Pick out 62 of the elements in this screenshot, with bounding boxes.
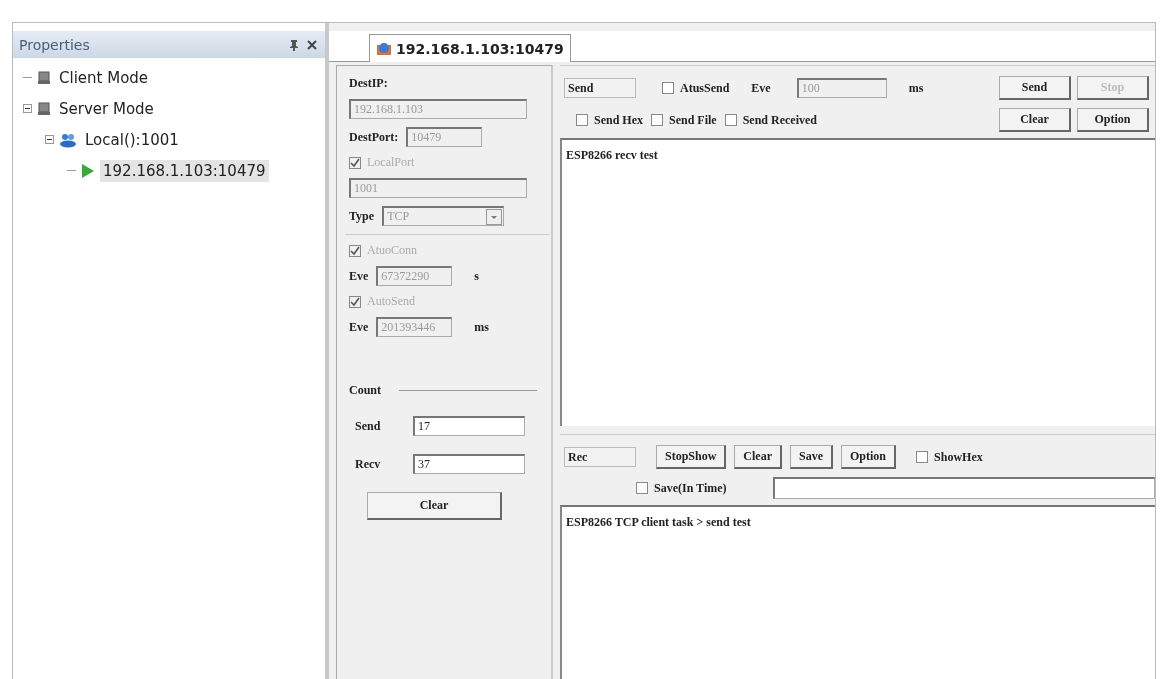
text-content: ESP8266 TCP client task > send test: [566, 515, 751, 529]
checkbox-label: LocalPort: [367, 155, 415, 170]
label: DestPort:: [349, 129, 399, 145]
users-icon: [59, 131, 77, 148]
computer-icon: [37, 101, 51, 116]
label: Eve: [349, 319, 369, 335]
text-area[interactable]: ESP8266 recv test: [560, 138, 1155, 426]
label: Recv: [355, 456, 382, 472]
checkbox-label: AutoSend: [367, 294, 415, 309]
checkbox-label: ShowHex: [934, 449, 983, 465]
dropdown-value: TCP: [387, 209, 410, 224]
collapse-icon[interactable]: [45, 135, 54, 144]
input-field[interactable]: 37: [413, 454, 525, 474]
label: Eve: [751, 80, 771, 96]
checkbox[interactable]: [636, 482, 648, 494]
play-icon: [81, 162, 95, 179]
checkbox-label: Send Received: [742, 112, 817, 128]
tab-label: 192.168.1.103:10479: [396, 40, 564, 57]
group-title: Count: [349, 383, 381, 398]
checkbox-label: Save(In Time): [654, 480, 727, 496]
checkbox[interactable]: [662, 82, 674, 94]
panel-title: Properties: [19, 36, 90, 53]
checkbox[interactable]: [651, 114, 663, 126]
button[interactable]: Clear: [734, 445, 782, 469]
unit-label: ms: [474, 319, 489, 335]
checkbox[interactable]: [576, 114, 588, 126]
tree-item[interactable]: 192.168.1.103:10479: [100, 159, 269, 182]
button[interactable]: Clear: [367, 492, 502, 520]
tree-item[interactable]: Client Mode: [56, 66, 152, 89]
button[interactable]: StopShow: [656, 445, 727, 469]
label: Send: [355, 418, 382, 434]
checkbox-label: Send Hex: [594, 112, 643, 128]
text-area[interactable]: ESP8266 TCP client task > send test: [560, 505, 1155, 679]
unit-label: s: [474, 268, 479, 284]
unit-label: ms: [908, 80, 924, 96]
mode-field[interactable]: Rec: [564, 447, 636, 467]
caret-icon: [486, 208, 503, 225]
tab[interactable]: 192.168.1.103:10479: [369, 34, 571, 62]
button[interactable]: Option: [841, 445, 897, 469]
label: Eve: [349, 268, 369, 284]
label: DestIP:: [349, 76, 389, 91]
button[interactable]: Send: [999, 76, 1071, 100]
button[interactable]: Save: [790, 445, 833, 469]
button[interactable]: Option: [1077, 108, 1149, 132]
checkbox-label: AtuoConn: [367, 243, 417, 258]
checkbox-label: Send File: [669, 112, 717, 128]
button[interactable]: Clear: [999, 108, 1071, 132]
computer-icon: [37, 70, 51, 85]
network-icon: [376, 41, 392, 56]
label: Type: [349, 208, 375, 224]
checkbox-label: AtusSend: [680, 80, 730, 96]
pin-icon: [289, 38, 299, 51]
checkbox[interactable]: [916, 451, 929, 463]
checkbox[interactable]: [724, 114, 737, 126]
close-icon: [307, 39, 317, 50]
tree-item[interactable]: Server Mode: [56, 97, 157, 120]
collapse-icon[interactable]: [23, 104, 32, 113]
mode-field[interactable]: Send: [564, 78, 636, 98]
path-field[interactable]: [772, 477, 1155, 499]
tree-item[interactable]: Local():1001: [82, 128, 182, 151]
text-content: ESP8266 recv test: [566, 148, 658, 162]
input-field[interactable]: 17: [413, 416, 525, 436]
